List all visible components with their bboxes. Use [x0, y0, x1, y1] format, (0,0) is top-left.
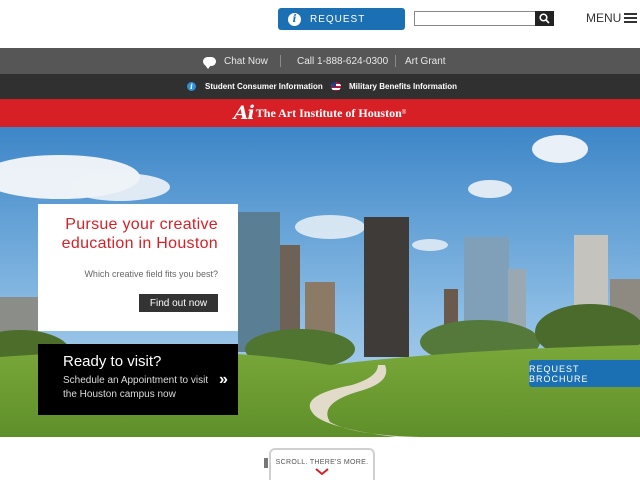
- phone-link[interactable]: Call 1-888-624-0300: [297, 48, 388, 74]
- info-bar: i Student Consumer Information Military …: [0, 74, 640, 99]
- art-grant-link[interactable]: Art Grant: [405, 48, 446, 74]
- utility-divider: [280, 55, 281, 67]
- scroll-marker: [264, 458, 268, 468]
- phone-label: Call 1-888-624-0300: [297, 55, 389, 67]
- registered-mark: ®: [401, 110, 407, 116]
- search-icon: [539, 13, 550, 24]
- chat-now-link[interactable]: Chat Now: [203, 48, 268, 74]
- chevron-right-icon: »: [219, 371, 228, 388]
- ai-logo: Ai: [233, 102, 255, 124]
- student-consumer-info-label: Student Consumer Information: [205, 82, 323, 91]
- military-benefits-link[interactable]: Military Benefits Information: [331, 74, 457, 99]
- visit-title: Ready to visit?: [63, 353, 162, 370]
- request-button-label: REQUEST: [310, 13, 366, 25]
- brand-name: The Art Institute of Houston: [255, 105, 402, 120]
- search-button[interactable]: [535, 11, 554, 26]
- chevron-down-icon: [315, 468, 329, 476]
- find-out-now-button[interactable]: Find out now: [139, 294, 218, 312]
- info-icon: i: [288, 12, 301, 26]
- utility-bar: Chat Now Call 1-888-624-0300 Art Grant: [0, 48, 640, 74]
- menu-icon: [624, 13, 638, 23]
- menu-label: MENU: [586, 11, 622, 25]
- scroll-label: SCROLL. THERE'S MORE.: [275, 459, 369, 466]
- visit-description: Schedule an Appointment to visit the Hou…: [63, 375, 209, 400]
- student-consumer-info-link[interactable]: i Student Consumer Information: [187, 74, 323, 99]
- top-header: i REQUEST MENU: [0, 0, 640, 48]
- search-input[interactable]: [414, 11, 535, 26]
- request-brochure-button[interactable]: REQUEST BROCHURE: [529, 360, 640, 387]
- flag-icon: [331, 82, 341, 91]
- chat-now-label: Chat Now: [224, 55, 268, 67]
- promo-subtitle: Which creative field fits you best?: [84, 269, 218, 279]
- menu-button[interactable]: MENU: [586, 11, 638, 25]
- art-grant-label: Art Grant: [405, 55, 446, 67]
- visit-card[interactable]: Ready to visit? Schedule an Appointment …: [38, 344, 238, 415]
- request-button[interactable]: i REQUEST: [278, 8, 405, 30]
- promo-card: Pursue your creative education in Housto…: [38, 204, 238, 331]
- scroll-indicator[interactable]: SCROLL. THERE'S MORE.: [269, 448, 375, 480]
- military-benefits-label: Military Benefits Information: [349, 82, 458, 91]
- chat-icon: [203, 56, 216, 69]
- promo-title: Pursue your creative education in Housto…: [61, 216, 218, 252]
- utility-divider: [395, 55, 396, 67]
- brand-bar[interactable]: Ai The Art Institute of Houston ®: [0, 99, 640, 127]
- info-icon: i: [187, 82, 196, 91]
